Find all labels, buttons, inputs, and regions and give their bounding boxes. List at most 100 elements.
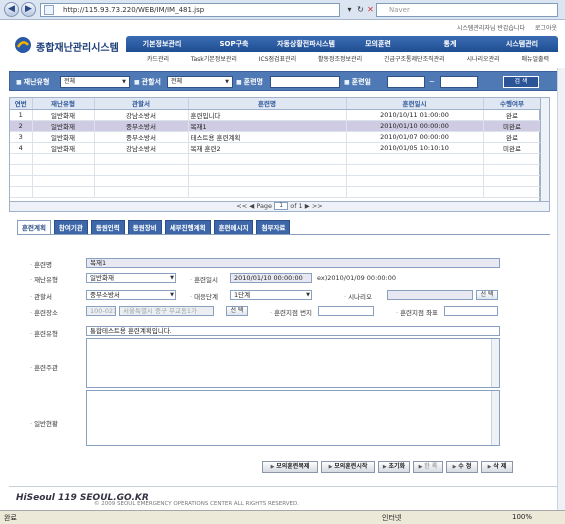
menu-training[interactable]: 모의훈련 [342, 36, 414, 52]
form-place-coord-input[interactable] [444, 306, 498, 316]
cell-training-name: 훈련입니다 [188, 109, 347, 121]
reset-button[interactable]: 초기화 [378, 461, 410, 473]
submenu-card[interactable]: 카드관리 [136, 53, 180, 66]
cell-jurisdiction: 중부소방서 [94, 120, 189, 132]
place-select-button[interactable]: 선 택 [226, 306, 248, 316]
cell-no: 2 [10, 120, 33, 132]
cell-disaster-type: 일반화재 [32, 120, 95, 132]
cell-status: 미완료 [483, 120, 542, 132]
chevron-down-icon: ▼ [225, 79, 229, 85]
pager-of: of 1 [290, 202, 303, 210]
form-training-type-input[interactable]: 통합테스트용 훈련계획입니다. [86, 326, 500, 336]
app-logo[interactable]: 종합재난관리시스템 [14, 34, 124, 58]
back-button[interactable]: ◀ [4, 2, 19, 17]
date-from-input[interactable] [387, 76, 425, 88]
chevron-down-icon: ▼ [170, 275, 174, 281]
dropdown-icon[interactable]: ▾ [344, 4, 355, 15]
col-disaster-type[interactable]: 재난유형 [32, 98, 95, 110]
training-name-input[interactable] [270, 76, 340, 88]
form-place-detail-label: 훈련지점 번지 [270, 307, 312, 317]
search-button[interactable]: 검 색 [503, 76, 539, 88]
pager-next[interactable]: ▶ >> [305, 202, 323, 210]
tab-personnel[interactable]: 동원인력 [90, 220, 125, 235]
menu-system[interactable]: 시스템관리 [486, 36, 558, 52]
delete-button[interactable]: 삭 제 [481, 461, 513, 473]
menu-statistics[interactable]: 통계 [414, 36, 486, 52]
window-scrollbar[interactable] [557, 68, 565, 510]
app-title: 종합재난관리시스템 [36, 43, 119, 54]
disaster-type-select[interactable]: 전체 ▼ [60, 76, 130, 88]
tab-divider [17, 234, 550, 235]
cell-training-date: 2010/10/11 01:00:00 [346, 109, 484, 121]
top-links: 시스템관리자님 반갑습니다 로그아웃 [449, 23, 557, 32]
tab-participating-orgs[interactable]: 참여기관 [53, 220, 88, 235]
form-scenario-input[interactable] [387, 290, 473, 300]
form-response-level-value: 1단계 [234, 291, 251, 299]
start-training-button[interactable]: 모의훈련시작 [321, 461, 375, 473]
table-row[interactable]: 3 일반화재 중부소방서 테스트용 훈련계획 2010/01/07 00:00:… [10, 131, 542, 143]
form-disaster-type-select[interactable]: 일반화재 ▼ [86, 273, 176, 283]
form-response-level-select[interactable]: 1단계 ▼ [230, 290, 312, 300]
register-button: 한 록 [413, 461, 443, 473]
grid-header: 연번 재난유형 관할서 훈련명 훈련일시 수행여부 [10, 98, 542, 110]
col-no[interactable]: 연번 [10, 98, 33, 110]
disaster-type-value: 전체 [64, 78, 76, 85]
submenu-activity[interactable]: 활동정조정보관리 [307, 53, 373, 66]
tab-messages[interactable]: 훈련메시지 [213, 220, 254, 235]
submenu-scenario[interactable]: 시나리오관리 [456, 53, 511, 66]
forward-button[interactable]: ▶ [21, 2, 36, 17]
cell-training-date: 2010/01/05 10:10:10 [346, 142, 484, 154]
chevron-down-icon: ▼ [306, 292, 310, 298]
pager-page-input[interactable]: 1 [274, 202, 289, 210]
table-row[interactable]: 4 일반화재 강남소방서 복재 훈련2 2010/01/05 10:10:10 … [10, 142, 542, 154]
tab-attachments[interactable]: 첨부자료 [256, 220, 291, 235]
form-training-datetime-input[interactable]: 2010/01/10 00:00:00 [230, 273, 312, 283]
tab-detailed-plan[interactable]: 세부진행계획 [164, 220, 211, 235]
col-training-date[interactable]: 훈련일시 [346, 98, 484, 110]
col-status[interactable]: 수행여부 [483, 98, 542, 110]
col-training-name[interactable]: 훈련명 [188, 98, 347, 110]
submenu-manual[interactable]: 매뉴얼출력 [511, 53, 560, 66]
form-notes-label: 일반현황 [30, 418, 58, 428]
copy-training-button[interactable]: 모의훈련복제 [262, 461, 318, 473]
stop-icon[interactable]: ✕ [365, 4, 376, 15]
table-row-selected[interactable]: 2 일반화재 중부소방서 복재1 2010/01/10 00:00:00 미완료 [10, 120, 542, 132]
training-name-label: 훈련명 [236, 77, 263, 87]
tab-equipment[interactable]: 동원장비 [127, 220, 162, 235]
table-row[interactable]: 1 일반화재 강남소방서 훈련입니다 2010/10/11 01:00:00 완… [10, 109, 542, 121]
form-notes-textarea[interactable] [86, 390, 500, 446]
footer-copyright: © 2009 SEOUL EMERGENCY OPERATIONS CENTER… [94, 501, 299, 507]
search-panel: 재난유형 전체 ▼ 관할서 전체 ▼ 훈련명 훈련일 ~ 검 색 [9, 71, 559, 91]
cell-status: 완료 [483, 109, 542, 121]
jurisdiction-select[interactable]: 전체 ▼ [167, 76, 233, 88]
submenu-rescue-org[interactable]: 긴급구조통제단조직관리 [373, 53, 456, 66]
submenu-ics[interactable]: ICS점검표관리 [248, 53, 307, 66]
logout-link[interactable]: 로그아웃 [535, 25, 557, 32]
cell-disaster-type: 일반화재 [32, 131, 95, 143]
menu-auto-alert[interactable]: 자동상황전파시스템 [270, 36, 342, 52]
form-jurisdiction-select[interactable]: 중부소방서 ▼ [86, 290, 176, 300]
form-place-detail-input[interactable] [318, 306, 374, 316]
submenu-task[interactable]: Task기본정보관리 [180, 53, 248, 66]
grid-scrollbar[interactable] [540, 97, 550, 202]
table-row-empty [10, 175, 542, 187]
form-training-subject-textarea[interactable] [86, 338, 500, 388]
zoom-level[interactable]: 100% [512, 513, 532, 521]
scenario-select-button[interactable]: 선 택 [476, 290, 498, 300]
form-jurisdiction-value: 중부소방서 [90, 291, 120, 299]
col-jurisdiction[interactable]: 관할서 [94, 98, 189, 110]
pager-prev[interactable]: << ◀ [236, 202, 254, 210]
textarea-scrollbar[interactable] [491, 339, 499, 387]
menu-sop[interactable]: SOP구축 [198, 36, 270, 52]
cell-no: 4 [10, 142, 33, 154]
form-training-name-input[interactable]: 복재1 [86, 258, 500, 268]
footer-divider [9, 486, 557, 487]
tab-training-plan[interactable]: 훈련계획 [17, 220, 51, 235]
menu-basic-info[interactable]: 기본정보관리 [126, 36, 198, 52]
browser-search-input[interactable]: Naver [376, 3, 558, 17]
edit-button[interactable]: 수 정 [446, 461, 478, 473]
address-bar[interactable]: http://115.93.73.220/WEB/IM/IM_481.jsp [40, 3, 340, 17]
textarea-scrollbar[interactable] [491, 391, 499, 445]
date-to-input[interactable] [440, 76, 478, 88]
cell-status: 완료 [483, 131, 542, 143]
